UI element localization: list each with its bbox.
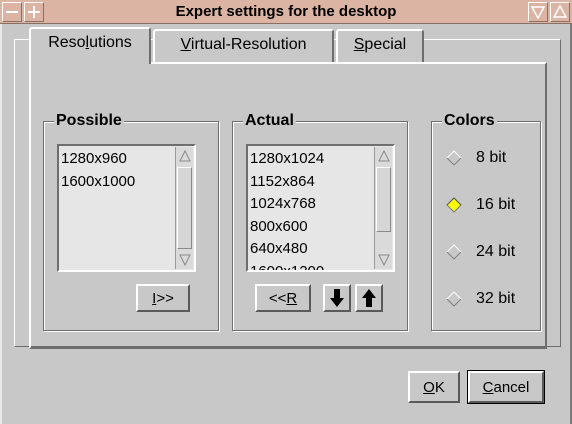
radio-label: 16 bit bbox=[476, 196, 516, 213]
possible-list-items: 1280x960 1600x1000 bbox=[61, 148, 135, 193]
scroll-thumb[interactable] bbox=[177, 167, 192, 249]
triangle-up-icon bbox=[553, 5, 567, 18]
list-item[interactable]: 1152x864 bbox=[250, 171, 324, 194]
radio-label: 24 bit bbox=[476, 243, 516, 260]
list-item[interactable]: 1280x1024 bbox=[250, 148, 324, 171]
radio-diamond-selected-icon bbox=[446, 197, 462, 213]
radio-16-bit[interactable]: 16 bit bbox=[446, 193, 515, 217]
actual-scrollbar[interactable] bbox=[374, 147, 392, 269]
radio-24-bit[interactable]: 24 bit bbox=[446, 240, 515, 264]
colors-group: Colors 8 bit 16 bit 24 bit 32 bit bbox=[431, 111, 541, 331]
ok-button[interactable]: OK bbox=[408, 371, 460, 403]
maximize-button[interactable] bbox=[550, 2, 570, 22]
radio-diamond-icon bbox=[446, 150, 462, 166]
scroll-down-arrow[interactable] bbox=[176, 251, 193, 269]
minimize-button[interactable] bbox=[528, 2, 548, 22]
possible-legend: Possible bbox=[54, 111, 124, 131]
scroll-up-icon bbox=[377, 149, 390, 162]
cancel-button[interactable]: Cancel bbox=[467, 370, 545, 404]
actual-legend: Actual bbox=[243, 111, 296, 131]
tab-resolutions[interactable]: Resolutions bbox=[29, 27, 151, 64]
move-up-button[interactable] bbox=[355, 284, 383, 312]
window-title: Expert settings for the desktop bbox=[175, 3, 397, 20]
list-item[interactable]: 1280x960 bbox=[61, 148, 135, 171]
radio-label: 32 bit bbox=[476, 290, 516, 307]
scroll-down-icon bbox=[178, 254, 191, 267]
actual-list[interactable]: 1280x1024 1152x864 1024x768 800x600 640x… bbox=[246, 144, 395, 272]
tab-virtual-resolution[interactable]: Virtual-Resolution bbox=[153, 29, 334, 62]
radio-diamond-icon bbox=[446, 291, 462, 307]
arrow-down-icon bbox=[330, 289, 344, 307]
minus-icon bbox=[6, 11, 18, 13]
radio-32-bit[interactable]: 32 bit bbox=[446, 287, 515, 311]
list-item[interactable]: 1024x768 bbox=[250, 193, 324, 216]
list-item[interactable]: 800x600 bbox=[250, 216, 324, 239]
scroll-thumb[interactable] bbox=[376, 167, 391, 232]
actual-list-items: 1280x1024 1152x864 1024x768 800x600 640x… bbox=[250, 148, 324, 271]
window-menu-button[interactable] bbox=[2, 2, 22, 22]
scroll-up-arrow[interactable] bbox=[375, 147, 392, 165]
plus-icon bbox=[28, 6, 40, 18]
arrow-up-icon bbox=[362, 289, 376, 307]
colors-legend: Colors bbox=[442, 111, 497, 131]
possible-group: Possible 1280x960 1600x1000 I >> bbox=[43, 111, 219, 331]
scroll-up-arrow[interactable] bbox=[176, 147, 193, 165]
actual-group: Actual 1280x1024 1152x864 1024x768 800x6… bbox=[232, 111, 408, 331]
list-item[interactable]: 1600x1200 bbox=[250, 261, 324, 271]
remove-resolution-button[interactable]: << R bbox=[255, 284, 311, 312]
scroll-down-arrow[interactable] bbox=[375, 251, 392, 269]
list-item[interactable]: 640x480 bbox=[250, 238, 324, 261]
radio-8-bit[interactable]: 8 bit bbox=[446, 146, 506, 170]
title-bar: Expert settings for the desktop bbox=[0, 0, 572, 24]
window-pin-button[interactable] bbox=[24, 2, 44, 22]
radio-label: 8 bit bbox=[476, 149, 507, 166]
possible-list[interactable]: 1280x960 1600x1000 bbox=[57, 144, 196, 272]
triangle-down-icon bbox=[531, 6, 545, 19]
add-resolution-button[interactable]: I >> bbox=[136, 284, 190, 312]
radio-diamond-icon bbox=[446, 244, 462, 260]
scroll-down-icon bbox=[377, 254, 390, 267]
tab-special[interactable]: Special bbox=[336, 29, 424, 62]
possible-scrollbar[interactable] bbox=[175, 147, 193, 269]
scroll-up-icon bbox=[178, 149, 191, 162]
list-item[interactable]: 1600x1000 bbox=[61, 171, 135, 194]
move-down-button[interactable] bbox=[323, 284, 351, 312]
